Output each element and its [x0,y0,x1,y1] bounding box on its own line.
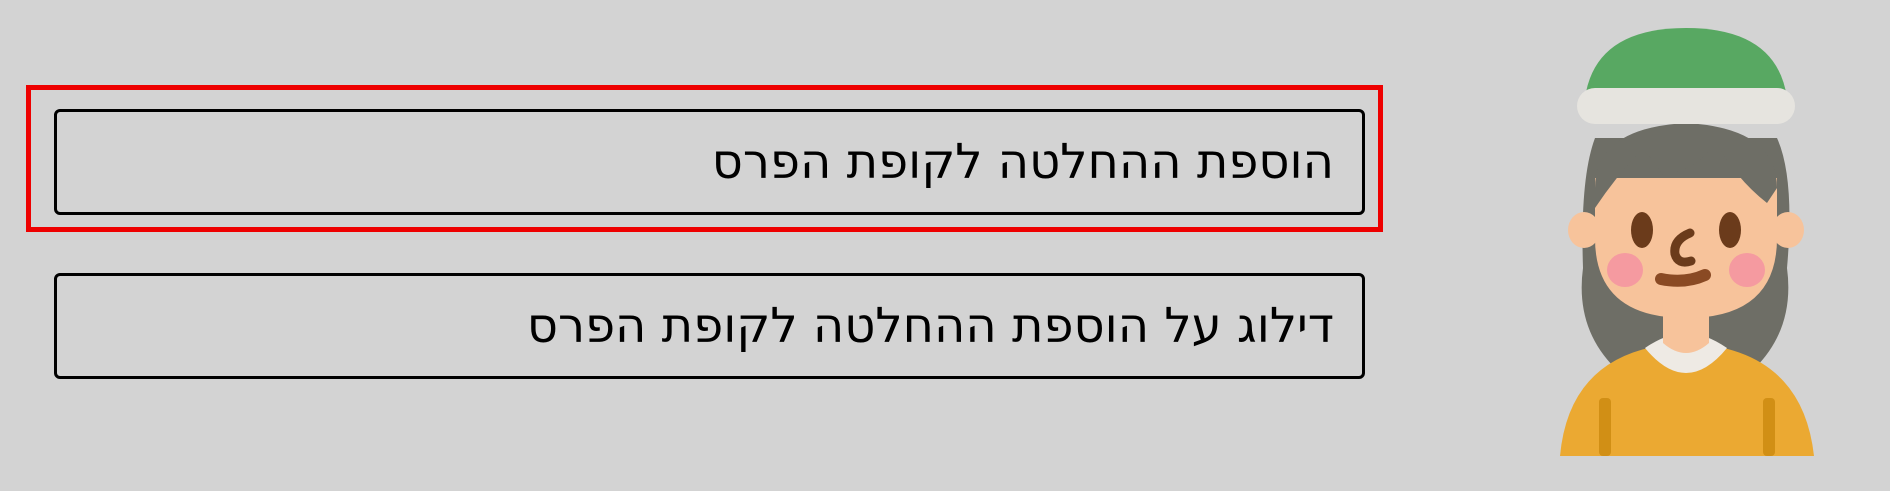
avatar-eye-right [1719,212,1741,248]
skip-decision-choice-label: דילוג על הוספת ההחלטה לקופת הפרס [526,298,1334,354]
add-decision-choice-button[interactable]: הוספת ההחלטה לקופת הפרס [54,109,1365,215]
avatar-hat-band [1577,88,1795,124]
add-decision-choice-label: הוספת ההחלטה לקופת הפרס [711,134,1334,190]
avatar-mouth [1655,269,1711,287]
avatar-cheek-right [1729,253,1765,287]
avatar-face [1595,178,1777,318]
avatar-shirt-stripe-right [1763,398,1775,456]
girl-avatar-icon [1560,28,1814,456]
avatar-shirt-stripe-left [1599,398,1611,456]
avatar-eye-left [1631,212,1653,248]
avatar-hat [1585,28,1787,98]
skip-decision-choice-button[interactable]: דילוג על הוספת ההחלטה לקופת הפרס [54,273,1365,379]
avatar-cheek-left [1607,253,1643,287]
